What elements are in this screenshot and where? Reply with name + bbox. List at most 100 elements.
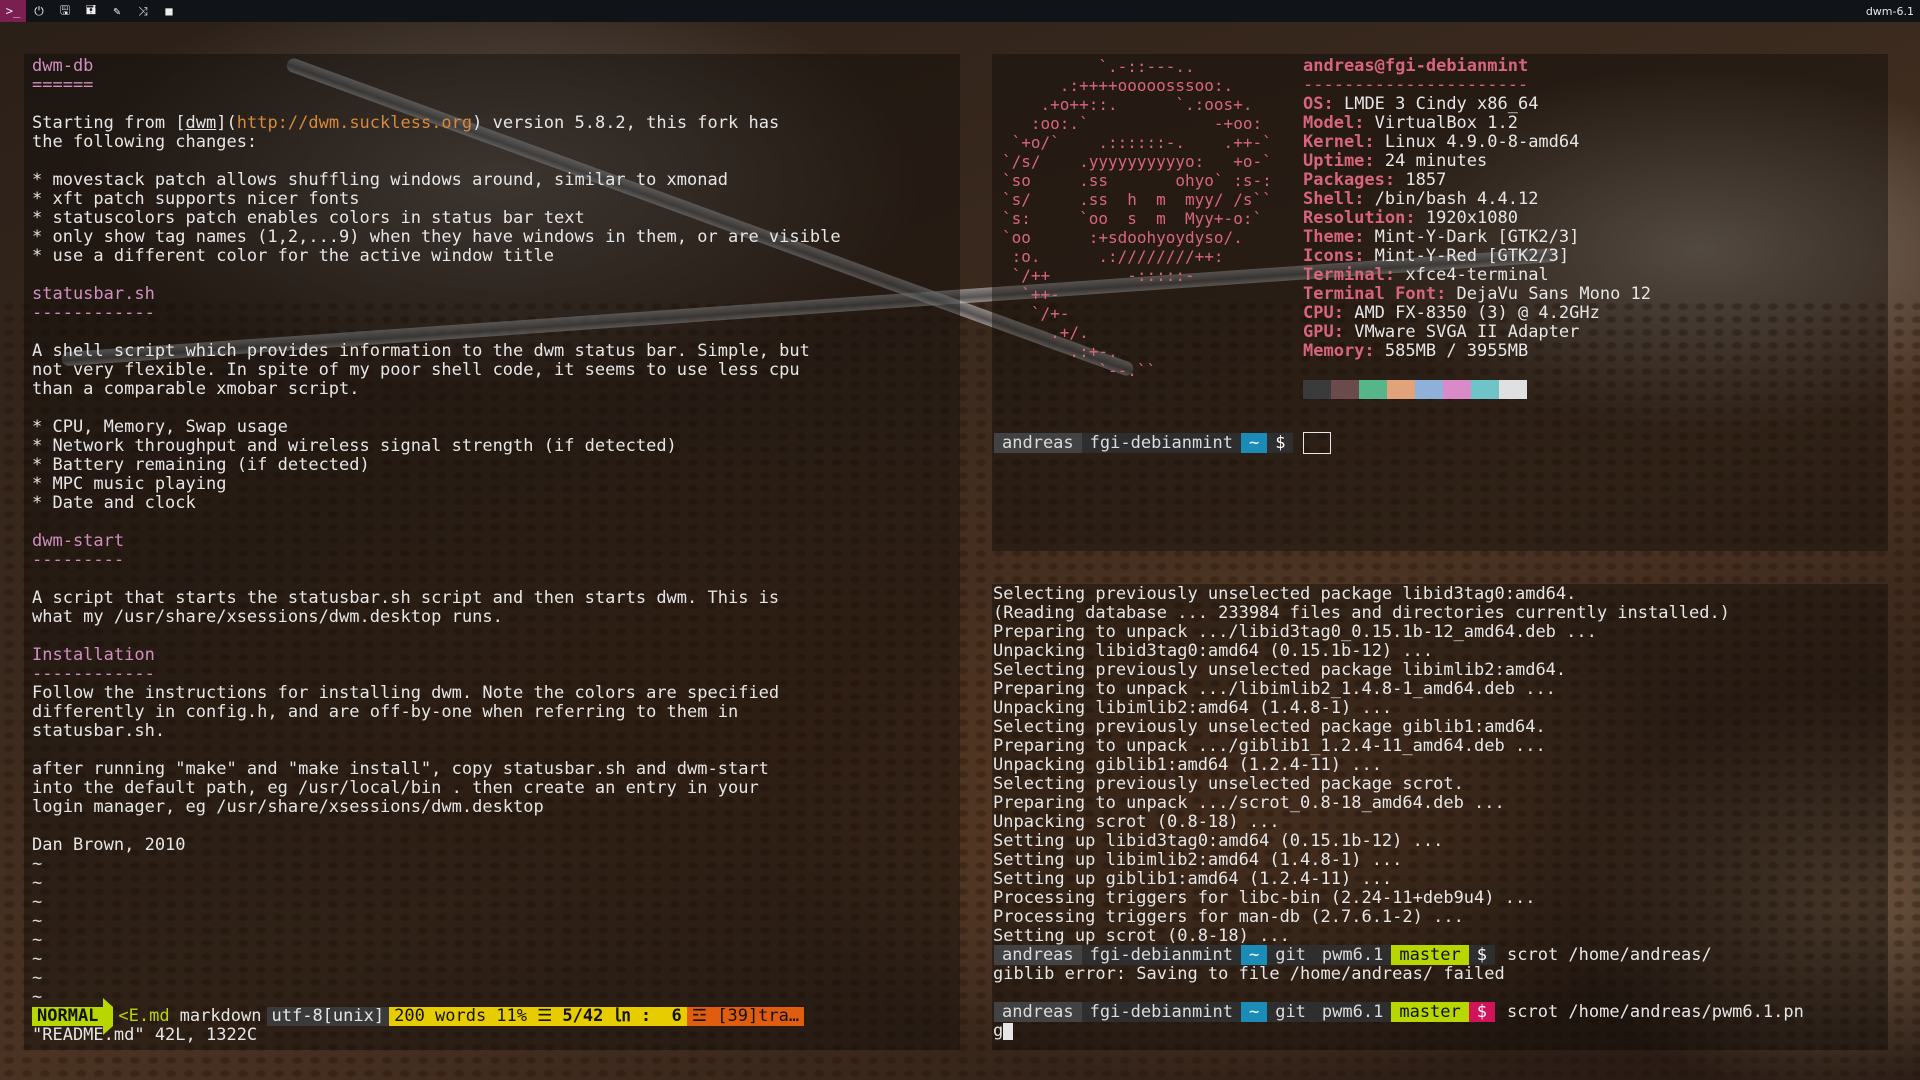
- vim-line: * xft patch supports nicer fonts: [32, 190, 360, 209]
- prompt-git: git: [1267, 945, 1314, 965]
- vim-line: what my /usr/share/xsessions/dwm.desktop…: [32, 608, 503, 627]
- apt-line: Selecting previously unselected package …: [993, 774, 1464, 794]
- info-colon: :: [1354, 189, 1375, 209]
- logo-line: `so .ss ohyo` :s-:: [1002, 171, 1272, 190]
- tag-list: >_ ⏻ 🖫 🖬 ✎ ⤨ ■: [0, 0, 182, 22]
- terminal-icon[interactable]: >_: [0, 0, 26, 22]
- info-value: AMD FX-8350 (3) @ 4.2GHz: [1354, 303, 1600, 323]
- shell-prompt[interactable]: andreas fgi-debianmint ~ $: [994, 432, 1332, 454]
- info-key: Theme: [1303, 227, 1355, 247]
- vim-line: login manager, eg /usr/share/xsessions/d…: [32, 798, 544, 817]
- vim-command-line[interactable]: "README.md" 42L, 1322C: [32, 1026, 257, 1045]
- logo-line: `s: `oo s m Myy+-o:`: [1002, 209, 1263, 228]
- info-value: 24 minutes: [1384, 151, 1488, 171]
- shuffle-icon[interactable]: ⤨: [130, 0, 156, 22]
- apt-line: Preparing to unpack .../libid3tag0_0.15.…: [993, 622, 1597, 642]
- vim-line: * use a different color for the active w…: [32, 247, 554, 266]
- vim-mode: NORMAL: [32, 1007, 104, 1026]
- vim-statusline: NORMAL <E.md markdown utf-8[unix] 200 wo…: [32, 998, 953, 1035]
- command-wrap-line[interactable]: g: [993, 1021, 1014, 1041]
- info-value: LMDE 3 Cindy x86_64: [1343, 94, 1539, 114]
- markdown-link-url: http://dwm.suckless.org: [236, 114, 473, 133]
- info-colon: :: [1354, 227, 1375, 247]
- vim-line: [32, 817, 841, 836]
- info-key: Terminal: [1303, 265, 1385, 285]
- info-row: Memory: 585MB / 3955MB: [1303, 342, 1651, 361]
- vim-filetype: markdown: [179, 1006, 262, 1026]
- apt-line: Unpacking scrot (0.8-18) ...: [993, 812, 1280, 832]
- vim-line: [32, 741, 841, 760]
- power-icon[interactable]: ⏻: [26, 0, 52, 22]
- vim-line: ~: [32, 950, 43, 969]
- apt-output: Selecting previously unselected package …: [993, 585, 1730, 946]
- info-row: GPU: VMware SVGA II Adapter: [1303, 323, 1651, 342]
- info-colon: :: [1364, 151, 1385, 171]
- logo-line: `/++ -:::::-: [1002, 266, 1195, 285]
- apt-line: Setting up giblib1:amd64 (1.2.4-11) ...: [993, 869, 1393, 889]
- logo-line: .+/.: [1002, 323, 1089, 342]
- logo-line: .+o++::. `.:oos+.: [1002, 95, 1253, 114]
- color-swatch: [1303, 380, 1331, 399]
- vim-line: [32, 323, 841, 342]
- shell-prompt[interactable]: andreas fgi-debianmint ~ git pwm6.1 mast…: [994, 1002, 1804, 1022]
- vim-line: [32, 627, 841, 646]
- vim-line: statusbar.sh.: [32, 722, 166, 741]
- shell-prompt[interactable]: andreas fgi-debianmint ~ git pwm6.1 mast…: [994, 945, 1712, 965]
- vim-line: after running "make" and "make install",…: [32, 760, 769, 779]
- info-row: Terminal: xfce4-terminal: [1303, 266, 1651, 285]
- vim-buffer[interactable]: dwm-db ====== Starting from [dwm](http://d…: [32, 57, 841, 1007]
- vim-line: [32, 399, 841, 418]
- vim-line: ~: [32, 912, 43, 931]
- info-colon: :: [1364, 132, 1385, 152]
- info-colon: :: [1354, 113, 1375, 133]
- info-key: Model: [1303, 113, 1355, 133]
- neofetch-info: andreas@fgi-debianmint ------------------…: [1303, 57, 1651, 361]
- color-swatch: [1387, 380, 1415, 399]
- info-value: 1857: [1405, 170, 1447, 190]
- vim-line: Starting from [dwm](http://dwm.suckless.…: [32, 114, 841, 133]
- vim-line: Installation: [32, 646, 155, 665]
- apt-line: Preparing to unpack .../scrot_0.8-18_amd…: [993, 793, 1505, 813]
- apt-line: Unpacking libid3tag0:amd64 (0.15.1b-12) …: [993, 641, 1434, 661]
- save-icon[interactable]: 🖫: [52, 0, 78, 22]
- apt-line: Selecting previously unselected package …: [993, 584, 1577, 604]
- color-swatches: [1303, 380, 1527, 399]
- prompt-user: andreas: [994, 945, 1082, 965]
- color-swatch: [1359, 380, 1387, 399]
- info-value: VMware SVGA II Adapter: [1354, 322, 1580, 342]
- vim-line: dwm-start: [32, 532, 125, 551]
- prompt-dollar: $: [1468, 945, 1496, 965]
- vim-line: [32, 152, 841, 171]
- info-key: CPU: [1303, 303, 1334, 323]
- vim-line: * MPC music playing: [32, 475, 227, 494]
- vim-line: dwm-db: [32, 57, 94, 76]
- info-key: Kernel: [1303, 132, 1365, 152]
- vim-line: not very flexible. In spite of my poor s…: [32, 361, 800, 380]
- info-value: xfce4-terminal: [1405, 265, 1549, 285]
- vim-line: * Date and clock: [32, 494, 196, 513]
- logo-line: `.-::---..: [1002, 57, 1195, 76]
- prompt-host: fgi-debianmint: [1081, 945, 1241, 965]
- color-swatch: [1415, 380, 1443, 399]
- prompt-user: andreas: [994, 433, 1082, 453]
- vim-line: ~: [32, 969, 43, 988]
- vim-line: * movestack patch allows shuffling windo…: [32, 171, 728, 190]
- vim-line: Dan Brown, 2010: [32, 836, 186, 855]
- save-alt-icon[interactable]: 🖬: [78, 0, 104, 22]
- square-icon[interactable]: ■: [156, 0, 182, 22]
- info-value: DejaVu Sans Mono 12: [1456, 284, 1652, 304]
- color-swatch: [1331, 380, 1359, 399]
- prompt-repo: pwm6.1: [1313, 1002, 1392, 1022]
- info-key: Memory: [1303, 341, 1365, 361]
- prompt-dollar-error: $: [1468, 1002, 1496, 1022]
- prompt-git: git: [1267, 1002, 1314, 1022]
- apt-line: Unpacking libimlib2:amd64 (1.4.8-1) ...: [993, 698, 1393, 718]
- wrap-text: g: [993, 1021, 1004, 1041]
- vim-line: [32, 266, 841, 285]
- vim-line: [32, 570, 841, 589]
- vim-line: * only show tag names (1,2,...9) when th…: [32, 228, 841, 247]
- info-colon: :: [1323, 94, 1344, 114]
- info-key: Icons: [1303, 246, 1355, 266]
- apt-line: Preparing to unpack .../giblib1_1.2.4-11…: [993, 736, 1546, 756]
- wrench-icon[interactable]: ✎: [104, 0, 130, 22]
